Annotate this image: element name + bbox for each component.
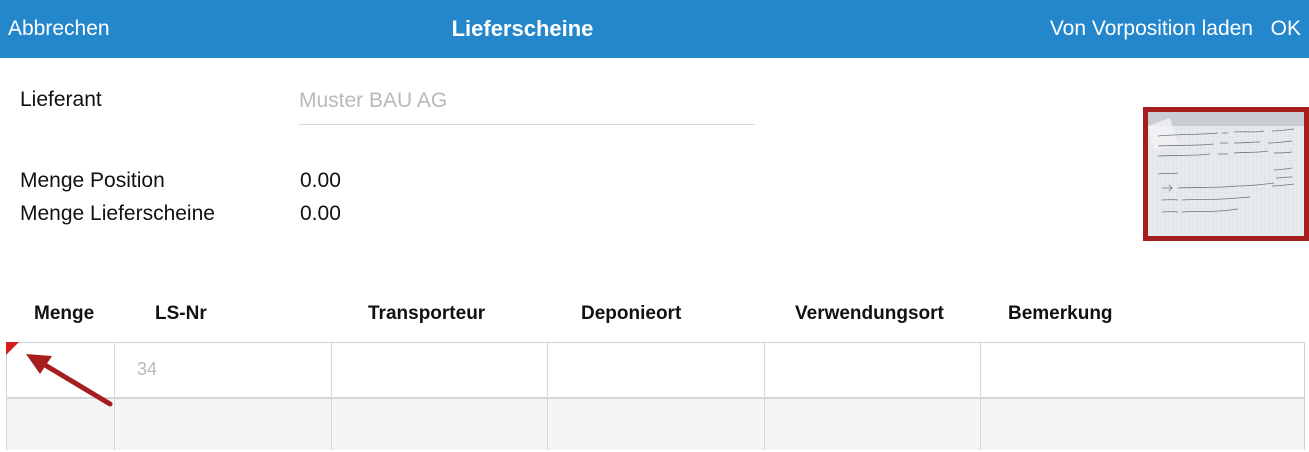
load-from-previous-button[interactable]: Von Vorposition laden bbox=[1050, 0, 1253, 58]
delivery-notes-table bbox=[6, 342, 1305, 450]
ls-nr-input[interactable] bbox=[115, 343, 331, 396]
ls-nr-input[interactable] bbox=[115, 399, 331, 450]
deponieort-cell[interactable] bbox=[548, 399, 765, 450]
supplier-input[interactable] bbox=[299, 84, 755, 118]
bemerkung-cell[interactable] bbox=[981, 399, 1304, 450]
ls-nr-cell[interactable] bbox=[115, 399, 332, 450]
bemerkung-input[interactable] bbox=[981, 343, 1304, 396]
ok-button[interactable]: OK bbox=[1271, 0, 1301, 58]
column-header-verwendungsort: Verwendungsort bbox=[795, 303, 944, 324]
quantity-delivery-notes-label: Menge Lieferscheine bbox=[20, 202, 215, 225]
transporteur-cell[interactable] bbox=[332, 343, 548, 396]
column-header-bemerkung: Bemerkung bbox=[1008, 303, 1113, 324]
delivery-note-photo-thumbnail[interactable] bbox=[1143, 107, 1309, 241]
bemerkung-input[interactable] bbox=[981, 399, 1304, 450]
deponieort-input[interactable] bbox=[548, 343, 764, 396]
verwendungsort-cell[interactable] bbox=[765, 399, 981, 450]
verwendungsort-input[interactable] bbox=[765, 343, 980, 396]
transporteur-input[interactable] bbox=[332, 343, 547, 396]
deponieort-cell[interactable] bbox=[548, 343, 765, 396]
quantity-delivery-notes-value: 0.00 bbox=[300, 202, 341, 225]
supplier-label: Lieferant bbox=[20, 88, 102, 111]
verwendungsort-cell[interactable] bbox=[765, 343, 981, 396]
transporteur-cell[interactable] bbox=[332, 399, 548, 450]
supplier-field[interactable] bbox=[299, 80, 755, 125]
quantity-position-label: Menge Position bbox=[20, 169, 165, 192]
page-title: Lieferscheine bbox=[451, 16, 594, 41]
table-row bbox=[7, 343, 1304, 396]
column-header-deponieort: Deponieort bbox=[581, 303, 682, 324]
navigation-bar: Abbrechen Lieferscheine Von Vorposition … bbox=[0, 0, 1309, 58]
column-header-transporteur: Transporteur bbox=[368, 303, 486, 324]
deponieort-input[interactable] bbox=[548, 399, 764, 450]
annotation-arrow-icon bbox=[26, 354, 113, 407]
column-header-menge: Menge bbox=[34, 303, 95, 324]
verwendungsort-input[interactable] bbox=[765, 399, 980, 450]
column-header-ls-nr: LS-Nr bbox=[155, 303, 207, 324]
quantity-position-value: 0.00 bbox=[300, 169, 341, 192]
transporteur-input[interactable] bbox=[332, 399, 547, 450]
ls-nr-cell[interactable] bbox=[115, 343, 332, 396]
bemerkung-cell[interactable] bbox=[981, 343, 1304, 396]
table-row bbox=[7, 397, 1304, 450]
